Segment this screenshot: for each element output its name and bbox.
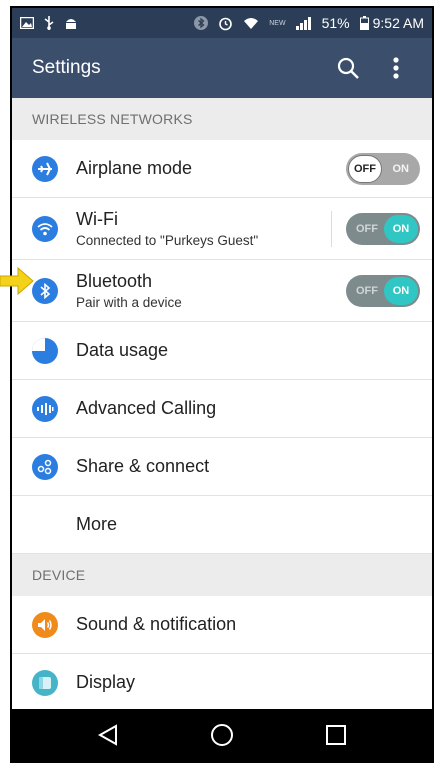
toggle-knob: ON: [384, 276, 418, 305]
airplane-mode-label: Airplane mode: [76, 158, 193, 178]
wifi-status: Connected to "Purkeys Guest": [76, 233, 259, 248]
search-button[interactable]: [328, 48, 368, 88]
wifi-toggle[interactable]: OFF ON: [346, 212, 420, 245]
clock: 9:52 AM: [372, 15, 424, 31]
bluetooth-icon: [194, 16, 209, 30]
annotation-arrow-icon: [0, 266, 34, 296]
settings-list: WIRELESS NETWORKS Airplane mode OFF ON W…: [12, 98, 432, 712]
setting-share-connect[interactable]: Share & connect: [12, 438, 432, 496]
advanced-calling-icon: [32, 395, 58, 422]
recents-icon[interactable]: [325, 724, 347, 746]
signal-icon: [295, 16, 311, 30]
share-connect-label: Share & connect: [76, 456, 210, 476]
battery-icon: [359, 16, 369, 30]
search-icon: [337, 57, 359, 79]
airplane-mode-toggle[interactable]: OFF ON: [346, 152, 420, 185]
setting-airplane-mode[interactable]: Airplane mode OFF ON: [12, 140, 432, 198]
alarm-icon: [219, 17, 233, 30]
display-icon: [32, 669, 58, 696]
toggle-knob: OFF: [348, 154, 382, 183]
setting-more[interactable]: More: [12, 496, 432, 554]
divider: [331, 210, 332, 247]
sound-notification-label: Sound & notification: [76, 614, 237, 634]
section-header-wireless: WIRELESS NETWORKS: [12, 98, 432, 140]
toggle-other-label: OFF: [356, 284, 378, 297]
setting-display[interactable]: Display: [12, 654, 432, 712]
status-bar-left: [20, 16, 78, 30]
more-label: More: [76, 514, 118, 534]
display-label: Display: [76, 672, 136, 692]
phone-screen: NEW 51% 9:52 AM Settings WIRELESS NETWOR…: [10, 6, 434, 763]
more-options-button[interactable]: [376, 48, 416, 88]
app-bar: Settings: [12, 38, 432, 98]
setting-data-usage[interactable]: Data usage: [12, 322, 432, 380]
speaker-icon: [32, 611, 58, 638]
bluetooth-label: Bluetooth: [76, 271, 153, 291]
wifi-label: Wi-Fi: [76, 209, 118, 229]
setting-bluetooth[interactable]: Bluetooth Pair with a device OFF ON: [12, 260, 432, 322]
section-header-device: DEVICE: [12, 554, 432, 596]
android-icon: [66, 19, 76, 29]
wifi-icon: [244, 17, 259, 29]
back-icon[interactable]: [97, 724, 119, 746]
page-title: Settings: [32, 57, 101, 78]
setting-wifi[interactable]: Wi-Fi Connected to "Purkeys Guest" OFF O…: [12, 198, 432, 260]
bluetooth-toggle[interactable]: OFF ON: [346, 274, 420, 307]
data-usage-icon: [32, 337, 58, 364]
setting-sound-notification[interactable]: Sound & notification: [12, 596, 432, 654]
share-connect-icon: [32, 453, 58, 480]
usb-icon: [44, 16, 54, 30]
network-type-label: NEW: [269, 19, 286, 27]
toggle-knob: ON: [384, 214, 418, 243]
wifi-settings-icon: [32, 215, 58, 242]
advanced-calling-label: Advanced Calling: [76, 398, 217, 418]
bluetooth-status: Pair with a device: [76, 295, 182, 310]
status-bar: NEW 51% 9:52 AM: [12, 8, 432, 38]
data-usage-label: Data usage: [76, 340, 169, 360]
home-icon[interactable]: [210, 723, 234, 747]
toggle-other-label: OFF: [356, 222, 378, 235]
navigation-bar: [12, 709, 432, 761]
setting-advanced-calling[interactable]: Advanced Calling: [12, 380, 432, 438]
image-icon: [20, 17, 34, 29]
more-vert-icon: [393, 57, 399, 79]
battery-percent: 51%: [321, 15, 350, 31]
bluetooth-settings-icon: [32, 277, 58, 304]
airplane-icon: [32, 155, 58, 182]
toggle-other-label: ON: [392, 162, 410, 175]
status-bar-right: NEW 51% 9:52 AM: [194, 16, 424, 31]
